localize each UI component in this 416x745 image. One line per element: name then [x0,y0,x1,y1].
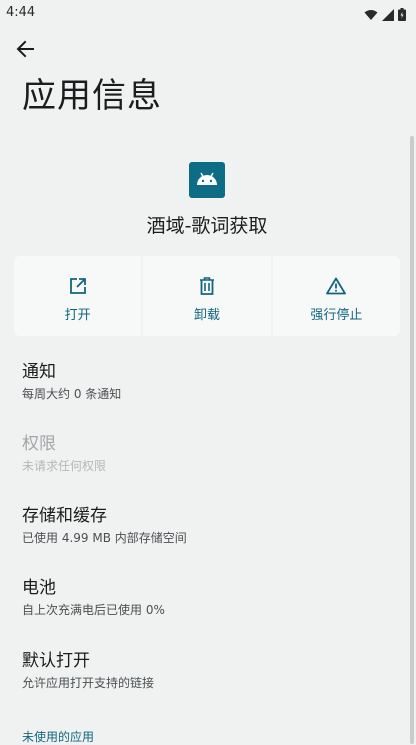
status-icons [364,6,406,25]
action-bar: 打开 卸载 强行停止 [14,256,400,336]
pref-summary: 已使用 4.99 MB 内部存储空间 [22,531,187,545]
open-external-icon [68,276,88,296]
storage-cache-preference[interactable]: 存储和缓存 已使用 4.99 MB 内部存储空间 [22,505,392,547]
permissions-preference: 权限 未请求任何权限 [22,433,392,475]
page-title: 应用信息 [22,76,162,116]
force-stop-button-label: 强行停止 [310,308,363,323]
wifi-icon [364,6,378,25]
status-bar: 4:44 [0,0,416,26]
force-stop-button[interactable]: 强行停止 [272,256,400,336]
pref-summary: 未请求任何权限 [22,459,107,473]
back-button[interactable] [10,36,40,66]
open-button-label: 打开 [64,308,91,323]
android-icon [196,171,218,190]
pref-summary: 自上次充满电后已使用 0% [22,603,165,617]
open-by-default-preference[interactable]: 默认打开 允许应用打开支持的链接 [22,650,392,692]
uninstall-button-label: 卸载 [193,308,220,323]
trash-icon [197,276,217,296]
pref-summary: 每周大约 0 条通知 [22,387,122,401]
warning-icon [326,276,347,296]
arrow-back-icon [16,40,34,62]
notifications-preference[interactable]: 通知 每周大约 0 条通知 [22,361,392,403]
unused-apps-section-header: 未使用的应用 [22,730,95,744]
status-time: 4:44 [6,5,36,20]
pref-title: 默认打开 [22,651,90,671]
pref-summary: 允许应用打开支持的链接 [22,676,155,690]
battery-icon [398,6,406,25]
pref-title: 电池 [22,578,56,598]
pref-title: 存储和缓存 [22,506,107,526]
pref-title: 通知 [22,362,56,382]
uninstall-button[interactable]: 卸载 [143,256,271,336]
open-button[interactable]: 打开 [14,256,142,336]
pref-title: 权限 [22,434,56,454]
app-icon [189,162,225,198]
app-name: 酒域-歌词获取 [146,215,268,237]
battery-preference[interactable]: 电池 自上次充满电后已使用 0% [22,577,392,619]
signal-icon [382,6,394,25]
